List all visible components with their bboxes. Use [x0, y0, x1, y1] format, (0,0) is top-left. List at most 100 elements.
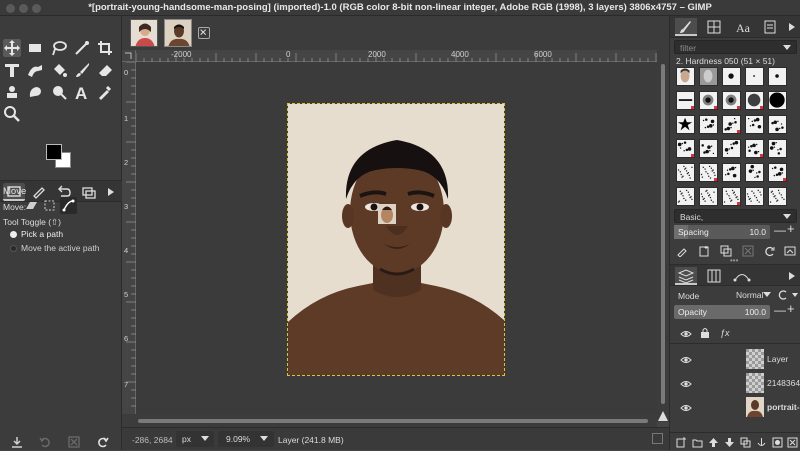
images-tab-icon[interactable]: [78, 183, 100, 201]
color-picker-tool-icon[interactable]: [96, 83, 114, 101]
spacing-increase-button[interactable]: +: [787, 221, 795, 236]
brush-tag-input[interactable]: Basic,: [674, 209, 797, 223]
brush-preset[interactable]: [699, 187, 718, 206]
duplicate-layer-icon[interactable]: [740, 437, 751, 448]
unified-transform-tool-icon[interactable]: [3, 61, 21, 79]
visibility-eye-icon[interactable]: [680, 329, 692, 339]
save-options-icon[interactable]: [10, 435, 24, 449]
eraser-tool-icon[interactable]: [96, 61, 114, 79]
bucket-fill-tool-icon[interactable]: [50, 61, 68, 79]
raise-layer-icon[interactable]: [708, 437, 719, 448]
lasso-tool-icon[interactable]: [50, 39, 68, 57]
fonts-tab-icon[interactable]: Aa: [731, 18, 753, 36]
layers-menu-icon[interactable]: [785, 267, 799, 285]
brush-preset[interactable]: [722, 67, 741, 86]
smudge-tool-icon[interactable]: [26, 83, 44, 101]
reset-mode-icon[interactable]: [778, 289, 798, 301]
vertical-scrollbar[interactable]: [657, 50, 669, 422]
brush-preset[interactable]: [745, 115, 764, 134]
zoom-selector[interactable]: 9.09%: [218, 431, 274, 447]
patterns-tab-icon[interactable]: [703, 18, 725, 36]
refresh-brushes-icon[interactable]: [764, 245, 776, 257]
vertical-scroll-thumb[interactable]: [661, 64, 665, 404]
dodge-burn-tool-icon[interactable]: [50, 83, 68, 101]
restore-options-icon[interactable]: [38, 435, 52, 449]
edit-brush-icon[interactable]: [676, 245, 688, 257]
fx-icon[interactable]: ƒx: [720, 328, 730, 338]
brush-preset[interactable]: [676, 163, 695, 182]
brush-preset[interactable]: [676, 139, 695, 158]
brush-preset[interactable]: [722, 115, 741, 134]
lock-icon[interactable]: [700, 327, 710, 339]
delete-brush-icon[interactable]: [742, 245, 754, 257]
brush-preset[interactable]: [768, 91, 787, 110]
delete-options-icon[interactable]: [67, 435, 81, 449]
layer-row[interactable]: 21483648: [670, 371, 800, 395]
mask-layer-icon[interactable]: [772, 437, 783, 448]
close-tab-icon[interactable]: [198, 27, 210, 39]
brush-preset[interactable]: [699, 91, 718, 110]
move-active-path-radio[interactable]: [10, 245, 17, 252]
brush-preset[interactable]: [722, 163, 741, 182]
visibility-eye-icon[interactable]: [680, 355, 692, 365]
spacing-slider[interactable]: Spacing 10.0: [674, 225, 770, 239]
channels-tab-icon[interactable]: [703, 267, 725, 285]
paths-tab-icon[interactable]: [731, 267, 753, 285]
brush-preset[interactable]: [722, 139, 741, 158]
brush-preset[interactable]: [745, 163, 764, 182]
move-tool-icon[interactable]: [3, 39, 21, 57]
brushes-tab-icon[interactable]: [675, 18, 697, 36]
zoom-tool-icon[interactable]: [3, 105, 21, 123]
brush-preset[interactable]: [745, 139, 764, 158]
brush-preset[interactable]: [768, 115, 787, 134]
document-history-tab-icon[interactable]: [759, 18, 781, 36]
horizontal-ruler[interactable]: -2000 0 2000 4000 6000: [136, 50, 657, 62]
mode-selector[interactable]: Normal: [730, 288, 774, 302]
dock-menu-icon[interactable]: [785, 18, 799, 36]
brush-grid[interactable]: [676, 67, 791, 209]
opacity-decrease-button[interactable]: —: [774, 303, 786, 317]
image-tab-man-thumbnail[interactable]: [164, 19, 192, 47]
brush-preset[interactable]: [676, 115, 695, 134]
reset-options-icon[interactable]: [96, 435, 110, 449]
brush-preset[interactable]: [768, 187, 787, 206]
brush-preset[interactable]: [722, 187, 741, 206]
brush-preset[interactable]: [768, 163, 787, 182]
brush-preset[interactable]: [699, 67, 718, 86]
navigate-icon[interactable]: [657, 410, 669, 422]
brush-preset[interactable]: [699, 115, 718, 134]
rect-select-tool-icon[interactable]: [26, 39, 44, 57]
move-selection-icon[interactable]: [42, 198, 57, 213]
brush-preset[interactable]: [745, 91, 764, 110]
move-layer-icon[interactable]: [24, 198, 39, 213]
image-tab-woman-thumbnail[interactable]: [130, 19, 158, 47]
brush-preset[interactable]: [745, 187, 764, 206]
text-tool-icon[interactable]: A: [73, 83, 91, 101]
brush-filter-input[interactable]: filter: [674, 40, 797, 54]
fuzzy-select-tool-icon[interactable]: [73, 39, 91, 57]
delete-layer-icon[interactable]: [787, 437, 798, 448]
layer-row[interactable]: portrait-yo: [670, 395, 800, 419]
anchor-layer-icon[interactable]: [756, 437, 767, 448]
pick-path-radio[interactable]: [10, 231, 17, 238]
brush-preset[interactable]: [722, 91, 741, 110]
brush-preset[interactable]: [676, 67, 695, 86]
foreground-color-swatch[interactable]: [46, 144, 62, 160]
new-brush-icon[interactable]: [698, 245, 710, 257]
paintbrush-tool-icon[interactable]: [73, 61, 91, 79]
clone-tool-icon[interactable]: [3, 83, 21, 101]
lower-layer-icon[interactable]: [724, 437, 735, 448]
open-brush-as-image-icon[interactable]: [784, 245, 796, 257]
image-canvas[interactable]: [136, 62, 657, 414]
new-layer-icon[interactable]: [676, 437, 687, 448]
panel-menu-icon[interactable]: [103, 183, 119, 201]
spacing-decrease-button[interactable]: —: [774, 223, 786, 237]
brush-preset[interactable]: [699, 163, 718, 182]
brush-preset[interactable]: [768, 67, 787, 86]
brush-preset[interactable]: [676, 91, 695, 110]
cancel-icon[interactable]: [652, 433, 663, 444]
visibility-eye-icon[interactable]: [680, 379, 692, 389]
warp-transform-tool-icon[interactable]: [26, 61, 44, 79]
new-layer-group-icon[interactable]: [692, 437, 703, 448]
crop-tool-icon[interactable]: [96, 39, 114, 57]
